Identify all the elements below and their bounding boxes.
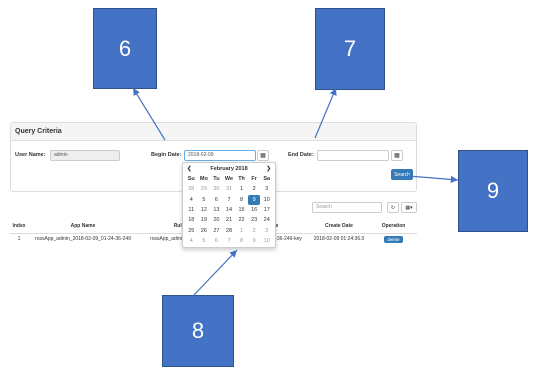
- refresh-icon[interactable]: ↻: [387, 202, 399, 213]
- day-cell[interactable]: 17: [260, 205, 273, 215]
- day-cell[interactable]: 25: [185, 225, 198, 235]
- day-cell[interactable]: 31: [223, 184, 236, 194]
- day-cell[interactable]: 2: [248, 184, 261, 194]
- day-cell[interactable]: 4: [185, 195, 198, 205]
- weekday-label: Mo: [199, 176, 208, 183]
- callout-6: 6: [93, 8, 157, 89]
- callout-9: 9: [458, 150, 528, 232]
- day-cell[interactable]: 9: [247, 194, 261, 205]
- weekday-label: Th: [238, 176, 245, 183]
- cell-app-name[interactable]: rossApp_admin_2018-02-09_01-24-36-249: [28, 233, 138, 259]
- day-cell[interactable]: 13: [210, 205, 223, 215]
- day-cell[interactable]: 10: [260, 195, 273, 205]
- day-cell[interactable]: 20: [210, 215, 223, 225]
- weekday-label: Fr: [251, 176, 257, 183]
- header-index: Index: [10, 219, 28, 234]
- day-cell[interactable]: 23: [248, 215, 261, 225]
- user-name-label: User Name:: [15, 152, 46, 158]
- begin-date-field[interactable]: 2018-02-09: [184, 150, 256, 161]
- day-cell[interactable]: 7: [223, 195, 236, 205]
- prev-month-icon[interactable]: ❮: [187, 166, 192, 172]
- next-month-icon[interactable]: ❯: [266, 166, 271, 172]
- day-cell[interactable]: 30: [210, 184, 223, 194]
- weekday-label: Sa: [263, 176, 271, 183]
- day-cell[interactable]: 6: [210, 236, 223, 246]
- columns-toggle-icon[interactable]: ▦▾: [401, 202, 417, 213]
- day-cell[interactable]: 4: [185, 236, 198, 246]
- end-date-field[interactable]: [317, 150, 389, 161]
- day-cell[interactable]: 15: [235, 205, 248, 215]
- day-cell[interactable]: 7: [223, 236, 236, 246]
- datepicker-grid: Su Mo Tu We Th Fr Sa 28 29 30 31 1 2 3 4 5 6 7 8 9 10 11 12 13 1…: [183, 174, 275, 246]
- cell-index: 1: [17, 235, 21, 242]
- day-cell[interactable]: 29: [198, 184, 211, 194]
- delete-button[interactable]: delete: [384, 235, 403, 243]
- day-cell[interactable]: 18: [185, 215, 198, 225]
- begin-date-label: Begin Date:: [151, 152, 182, 158]
- weekday-label: We: [224, 176, 234, 183]
- day-cell[interactable]: 9: [248, 236, 261, 246]
- end-date-calendar-icon[interactable]: ▦: [391, 150, 403, 161]
- cell-create-date: 2018-02-09 01:24:36.0: [313, 235, 365, 242]
- header-operation: Operation: [370, 219, 417, 234]
- day-cell[interactable]: 28: [185, 184, 198, 194]
- day-cell[interactable]: 19: [198, 215, 211, 225]
- day-cell[interactable]: 6: [210, 195, 223, 205]
- begin-date-calendar-icon[interactable]: ▦: [257, 150, 269, 161]
- month-label[interactable]: February 2018: [210, 166, 247, 172]
- day-cell[interactable]: 14: [223, 205, 236, 215]
- day-cell[interactable]: 10: [260, 236, 273, 246]
- callout-7: 7: [315, 8, 385, 90]
- day-cell[interactable]: 24: [260, 215, 273, 225]
- user-name-field[interactable]: admin: [50, 150, 120, 161]
- day-cell[interactable]: 8: [235, 236, 248, 246]
- day-cell[interactable]: 3: [260, 184, 273, 194]
- end-date-label: End Date:: [288, 152, 314, 158]
- day-cell[interactable]: 12: [198, 205, 211, 215]
- weekday-label: Su: [187, 176, 195, 183]
- panel-title: Query Criteria: [11, 123, 416, 141]
- cell-operation: delete: [370, 233, 417, 259]
- day-cell[interactable]: 11: [185, 205, 198, 215]
- weekday-label: Tu: [213, 176, 220, 183]
- day-cell[interactable]: 5: [198, 195, 211, 205]
- day-cell[interactable]: 2: [248, 225, 261, 235]
- day-cell[interactable]: 8: [235, 195, 248, 205]
- datepicker: ❮ February 2018 ❯ Su Mo Tu We Th Fr Sa 28 29 30 31…: [182, 162, 276, 248]
- table-search-input[interactable]: Search: [312, 202, 382, 213]
- day-cell[interactable]: 5: [198, 236, 211, 246]
- callout-8: 8: [162, 295, 234, 367]
- day-cell[interactable]: 3: [260, 225, 273, 235]
- day-cell[interactable]: 16: [248, 205, 261, 215]
- day-cell[interactable]: 26: [198, 225, 211, 235]
- day-cell[interactable]: 1: [235, 184, 248, 194]
- header-create-date: Create Date: [308, 219, 370, 234]
- day-cell[interactable]: 21: [223, 215, 236, 225]
- day-cell[interactable]: 27: [210, 225, 223, 235]
- header-app-name: App Name: [28, 219, 138, 234]
- search-button[interactable]: Search: [391, 169, 413, 180]
- day-cell[interactable]: 28: [223, 225, 236, 235]
- day-cell[interactable]: 1: [235, 225, 248, 235]
- day-cell[interactable]: 22: [235, 215, 248, 225]
